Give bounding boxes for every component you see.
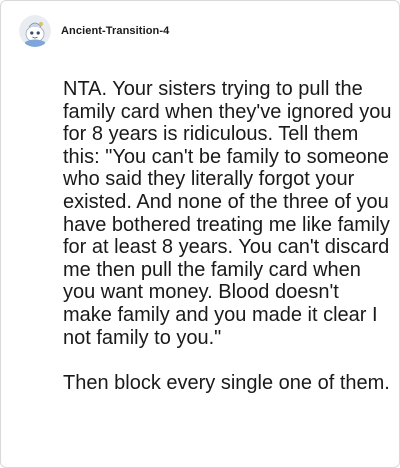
comment-author[interactable]: Ancient-Transition-4	[61, 25, 169, 37]
comment-body: NTA. Your sisters trying to pull the fam…	[63, 78, 393, 394]
comment-card: Ancient-Transition-4 NTA. Your sisters t…	[0, 0, 400, 468]
user-avatar[interactable]	[19, 15, 51, 47]
comment-paragraph: Then block every single one of them.	[63, 371, 390, 394]
snoo-avatar-icon	[19, 15, 51, 47]
comment-header: Ancient-Transition-4	[19, 15, 169, 47]
comment-paragraph: NTA. Your sisters trying to pull the fam…	[63, 78, 392, 349]
